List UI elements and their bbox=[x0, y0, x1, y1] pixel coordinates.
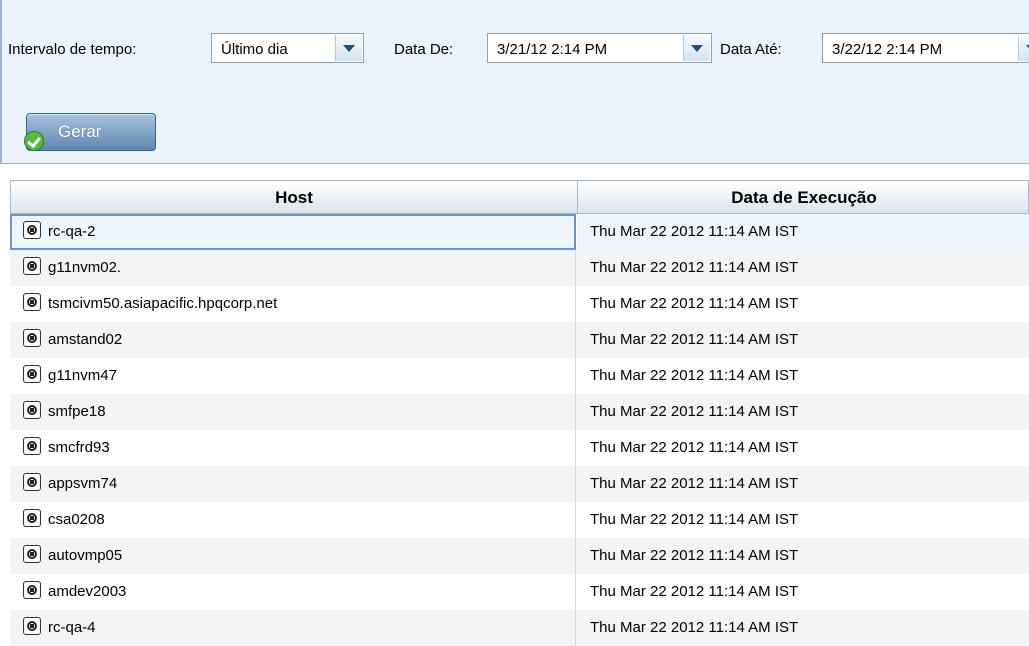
host-name: amdev2003 bbox=[48, 583, 127, 600]
host-name: rc-qa-4 bbox=[48, 619, 96, 636]
host-cell[interactable]: rc-qa-2 bbox=[10, 214, 576, 250]
execution-date-cell[interactable]: Thu Mar 22 2012 11:14 AM IST bbox=[577, 538, 1029, 574]
table-row[interactable]: smcfrd93 Thu Mar 22 2012 11:14 AM IST bbox=[10, 430, 1029, 466]
host-icon bbox=[23, 617, 41, 635]
table-row[interactable]: g11nvm47 Thu Mar 22 2012 11:14 AM IST bbox=[10, 358, 1029, 394]
host-icon bbox=[23, 473, 41, 491]
table-row[interactable]: amstand02 Thu Mar 22 2012 11:14 AM IST bbox=[10, 322, 1029, 358]
execution-date: Thu Mar 22 2012 11:14 AM IST bbox=[590, 295, 799, 312]
interval-value: Último dia bbox=[221, 41, 288, 58]
to-date-value: 3/22/12 2:14 PM bbox=[832, 41, 943, 58]
chevron-down-icon[interactable] bbox=[1018, 35, 1029, 61]
interval-label: Intervalo de tempo: bbox=[8, 41, 137, 58]
table-row[interactable]: tsmcivm50.asiapacific.hpqcorp.net Thu Mar… bbox=[10, 286, 1029, 322]
execution-date-cell[interactable]: Thu Mar 22 2012 11:14 AM IST bbox=[577, 394, 1029, 430]
host-name: smcfrd93 bbox=[48, 439, 110, 456]
execution-date-cell[interactable]: Thu Mar 22 2012 11:14 AM IST bbox=[577, 502, 1029, 538]
host-cell[interactable]: smcfrd93 bbox=[10, 430, 576, 466]
host-cell[interactable]: g11nvm02. bbox=[10, 250, 576, 286]
execution-date-cell[interactable]: Thu Mar 22 2012 11:14 AM IST bbox=[577, 358, 1029, 394]
execution-date: Thu Mar 22 2012 11:14 AM IST bbox=[590, 583, 799, 600]
execution-date-cell[interactable]: Thu Mar 22 2012 11:14 AM IST bbox=[577, 322, 1029, 358]
table-body: rc-qa-2 Thu Mar 22 2012 11:14 AM IST g11nv… bbox=[10, 214, 1029, 646]
host-name: g11nvm47 bbox=[48, 367, 117, 384]
host-name: appsvm74 bbox=[48, 475, 118, 492]
execution-date-cell[interactable]: Thu Mar 22 2012 11:14 AM IST bbox=[577, 574, 1029, 610]
table-row[interactable]: csa0208 Thu Mar 22 2012 11:14 AM IST bbox=[10, 502, 1029, 538]
from-date-value: 3/21/12 2:14 PM bbox=[497, 41, 608, 58]
host-cell[interactable]: amstand02 bbox=[10, 322, 576, 358]
host-name: smfpe18 bbox=[48, 403, 106, 420]
host-icon bbox=[23, 401, 41, 419]
host-icon bbox=[23, 329, 41, 347]
execution-date-cell[interactable]: Thu Mar 22 2012 11:14 AM IST bbox=[577, 466, 1029, 502]
execution-date-cell[interactable]: Thu Mar 22 2012 11:14 AM IST bbox=[577, 430, 1029, 466]
execution-date-cell[interactable]: Thu Mar 22 2012 11:14 AM IST bbox=[577, 250, 1029, 286]
host-cell[interactable]: csa0208 bbox=[10, 502, 576, 538]
host-icon bbox=[23, 437, 41, 455]
execution-date: Thu Mar 22 2012 11:14 AM IST bbox=[590, 439, 799, 456]
chevron-down-icon[interactable] bbox=[335, 35, 362, 61]
host-name: g11nvm02. bbox=[48, 259, 122, 276]
execution-date-cell[interactable]: Thu Mar 22 2012 11:14 AM IST bbox=[577, 286, 1029, 322]
host-icon bbox=[23, 365, 41, 383]
interval-select[interactable]: Último dia bbox=[211, 33, 364, 63]
table-row[interactable]: rc-qa-2 Thu Mar 22 2012 11:14 AM IST bbox=[10, 214, 1029, 250]
host-cell[interactable]: appsvm74 bbox=[10, 466, 576, 502]
execution-date: Thu Mar 22 2012 11:14 AM IST bbox=[590, 511, 799, 528]
results-table: Host Data de Execução rc-qa-2 Thu Mar 22 … bbox=[10, 180, 1029, 646]
generate-button-label: Gerar bbox=[58, 122, 102, 141]
execution-date: Thu Mar 22 2012 11:14 AM IST bbox=[590, 547, 799, 564]
execution-date: Thu Mar 22 2012 11:14 AM IST bbox=[590, 331, 799, 348]
execution-date: Thu Mar 22 2012 11:14 AM IST bbox=[590, 259, 799, 276]
filter-panel: Intervalo de tempo: Último dia Data De: … bbox=[0, 0, 1029, 164]
host-cell[interactable]: amdev2003 bbox=[10, 574, 576, 610]
host-name: autovmp05 bbox=[48, 547, 123, 564]
table-row[interactable]: rc-qa-4 Thu Mar 22 2012 11:14 AM IST bbox=[10, 610, 1029, 646]
host-name: csa0208 bbox=[48, 511, 105, 528]
execution-date: Thu Mar 22 2012 11:14 AM IST bbox=[590, 403, 799, 420]
from-date-select[interactable]: 3/21/12 2:14 PM bbox=[487, 33, 712, 63]
host-cell[interactable]: smfpe18 bbox=[10, 394, 576, 430]
table-row[interactable]: smfpe18 Thu Mar 22 2012 11:14 AM IST bbox=[10, 394, 1029, 430]
table-header: Host Data de Execução bbox=[10, 180, 1029, 214]
execution-date: Thu Mar 22 2012 11:14 AM IST bbox=[590, 619, 799, 636]
host-cell[interactable]: rc-qa-4 bbox=[10, 610, 576, 646]
execution-date-cell[interactable]: Thu Mar 22 2012 11:14 AM IST bbox=[577, 214, 1029, 250]
host-icon bbox=[23, 221, 41, 239]
execution-date: Thu Mar 22 2012 11:14 AM IST bbox=[590, 367, 799, 384]
table-row[interactable]: appsvm74 Thu Mar 22 2012 11:14 AM IST bbox=[10, 466, 1029, 502]
from-label: Data De: bbox=[394, 41, 454, 58]
execution-date: Thu Mar 22 2012 11:14 AM IST bbox=[590, 223, 799, 240]
column-header-host[interactable]: Host bbox=[11, 181, 578, 214]
table-row[interactable]: g11nvm02. Thu Mar 22 2012 11:14 AM IST bbox=[10, 250, 1029, 286]
host-cell[interactable]: g11nvm47 bbox=[10, 358, 576, 394]
host-icon bbox=[23, 293, 41, 311]
to-label: Data Até: bbox=[720, 41, 782, 58]
chevron-down-icon[interactable] bbox=[683, 35, 710, 61]
execution-date-cell[interactable]: Thu Mar 22 2012 11:14 AM IST bbox=[577, 610, 1029, 646]
host-icon bbox=[23, 509, 41, 527]
host-name: rc-qa-2 bbox=[48, 223, 96, 240]
host-icon bbox=[23, 581, 41, 599]
checkmark-icon bbox=[24, 131, 44, 151]
host-name: amstand02 bbox=[48, 331, 123, 348]
column-header-date[interactable]: Data de Execução bbox=[578, 181, 1029, 214]
host-cell[interactable]: autovmp05 bbox=[10, 538, 576, 574]
table-row[interactable]: amdev2003 Thu Mar 22 2012 11:14 AM IST bbox=[10, 574, 1029, 610]
host-cell[interactable]: tsmcivm50.asiapacific.hpqcorp.net bbox=[10, 286, 576, 322]
to-date-select[interactable]: 3/22/12 2:14 PM bbox=[822, 33, 1029, 63]
host-icon bbox=[23, 257, 41, 275]
generate-button[interactable]: Gerar bbox=[24, 113, 156, 151]
host-icon bbox=[23, 545, 41, 563]
table-row[interactable]: autovmp05 Thu Mar 22 2012 11:14 AM IST bbox=[10, 538, 1029, 574]
host-name: tsmcivm50.asiapacific.hpqcorp.net bbox=[48, 295, 278, 312]
execution-date: Thu Mar 22 2012 11:14 AM IST bbox=[590, 475, 799, 492]
